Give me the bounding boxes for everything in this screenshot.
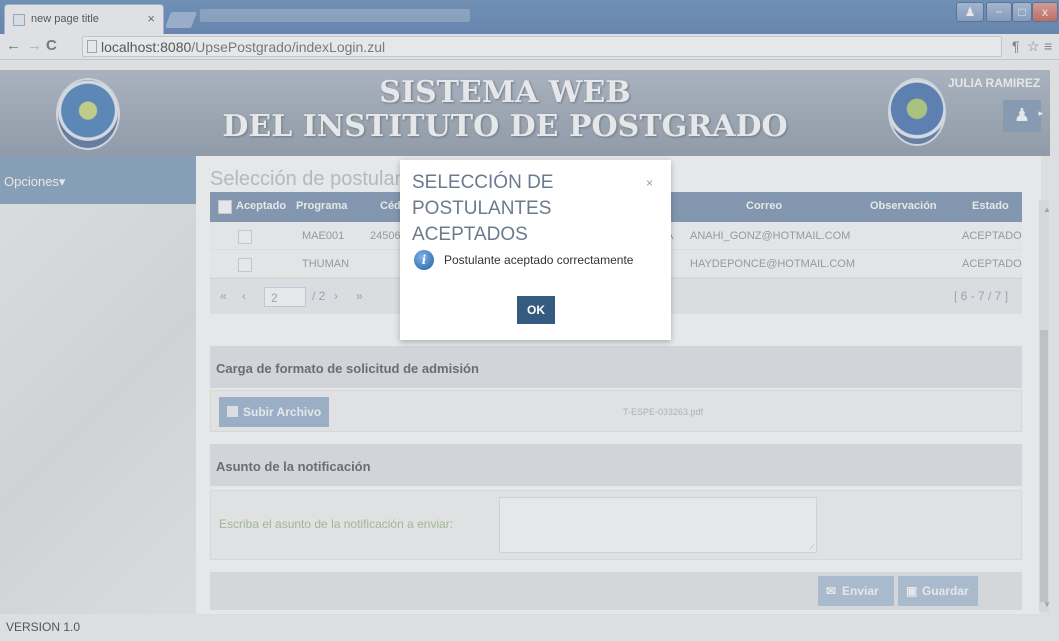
ok-button[interactable]: OK bbox=[517, 296, 555, 324]
dialog-close-icon[interactable]: × bbox=[646, 176, 653, 190]
version-label: VERSION 1.0 bbox=[6, 620, 81, 634]
notification-dialog: SELECCIÓN DE POSTULANTES ACEPTADOS × i P… bbox=[400, 160, 671, 340]
info-icon: i bbox=[414, 250, 434, 270]
dialog-message: Postulante aceptado correctamente bbox=[444, 253, 634, 267]
dialog-title: SELECCIÓN DE POSTULANTES ACEPTADOS bbox=[412, 172, 554, 245]
